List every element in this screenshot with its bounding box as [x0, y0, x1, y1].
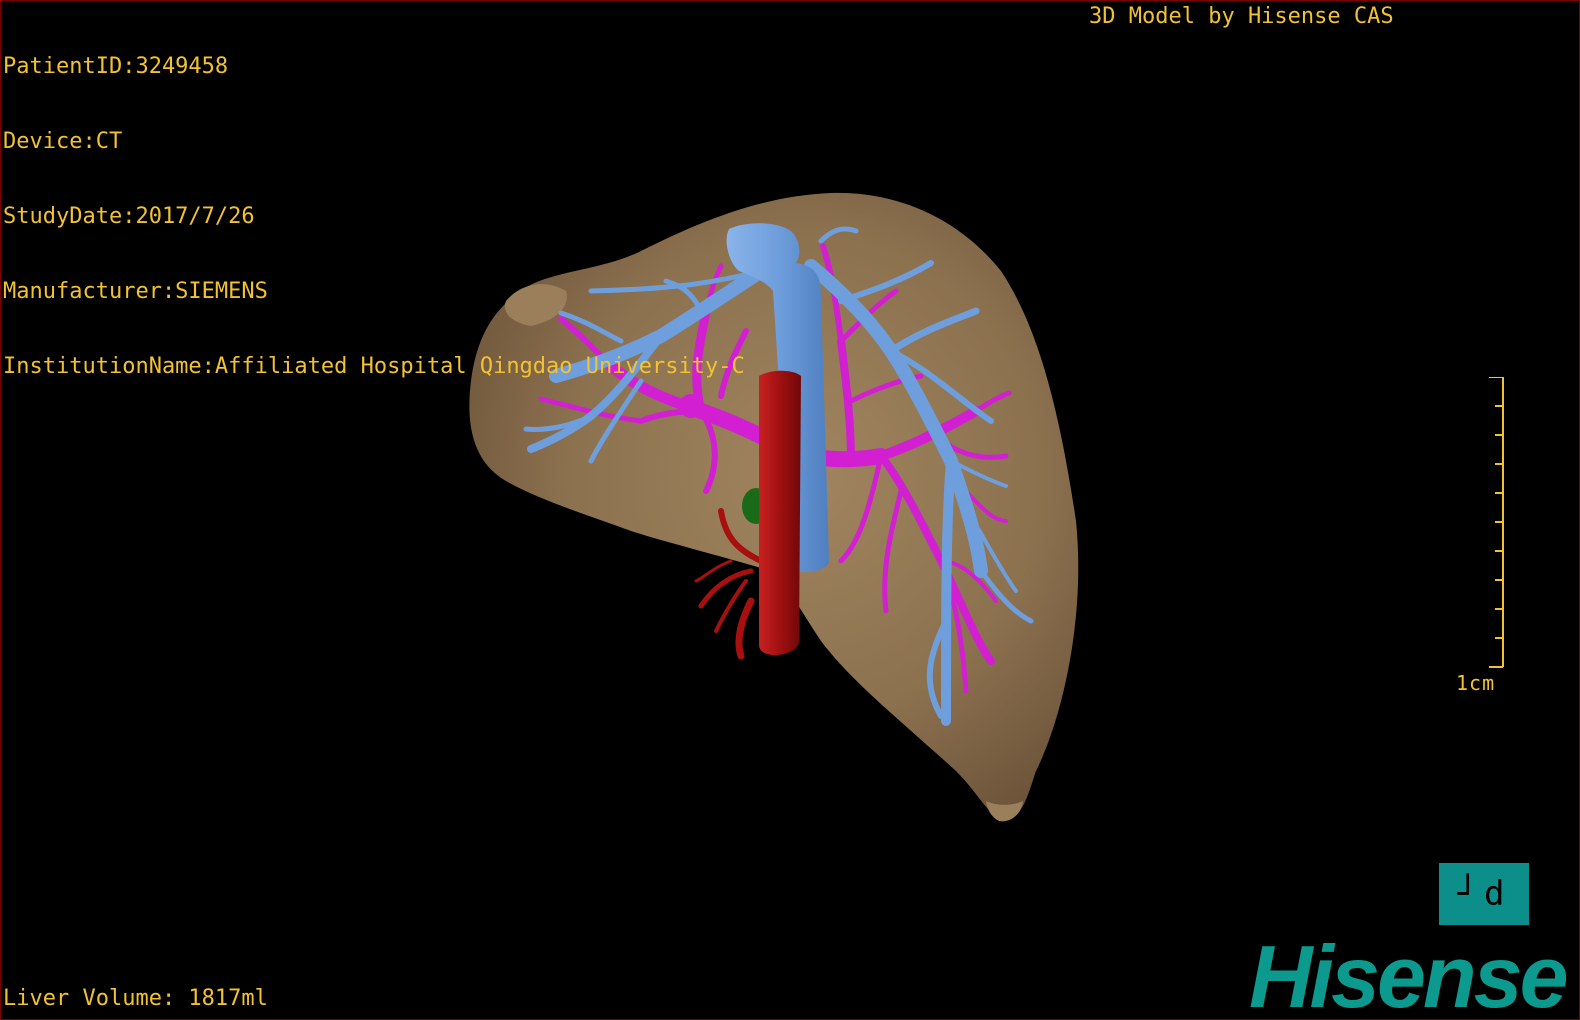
manufacturer-text: Manufacturer:SIEMENS	[3, 279, 268, 304]
3d-viewport[interactable]: PatientID:3249458 Device:CT StudyDate:20…	[0, 0, 1580, 1020]
institution-text: InstitutionName:Affiliated Hospital Qing…	[3, 354, 745, 379]
device-text: Device:CT	[3, 129, 123, 154]
liver-volume-text: Liver Volume: 1817ml	[3, 986, 268, 1011]
patient-id-text: PatientID:3249458	[3, 54, 229, 79]
model-credit-text: 3D Model by Hisense CAS	[1089, 4, 1394, 29]
patient-info-overlay: PatientID:3249458 Device:CT StudyDate:20…	[3, 4, 745, 429]
scale-label: 1cm	[1456, 671, 1496, 695]
study-date-text: StudyDate:2017/7/26	[3, 204, 255, 229]
aorta	[759, 370, 801, 656]
hisense-logo: Hisense	[1249, 937, 1569, 1017]
scale-ruler	[1489, 377, 1504, 668]
view-orientation-button[interactable]: ┘d	[1439, 863, 1529, 925]
